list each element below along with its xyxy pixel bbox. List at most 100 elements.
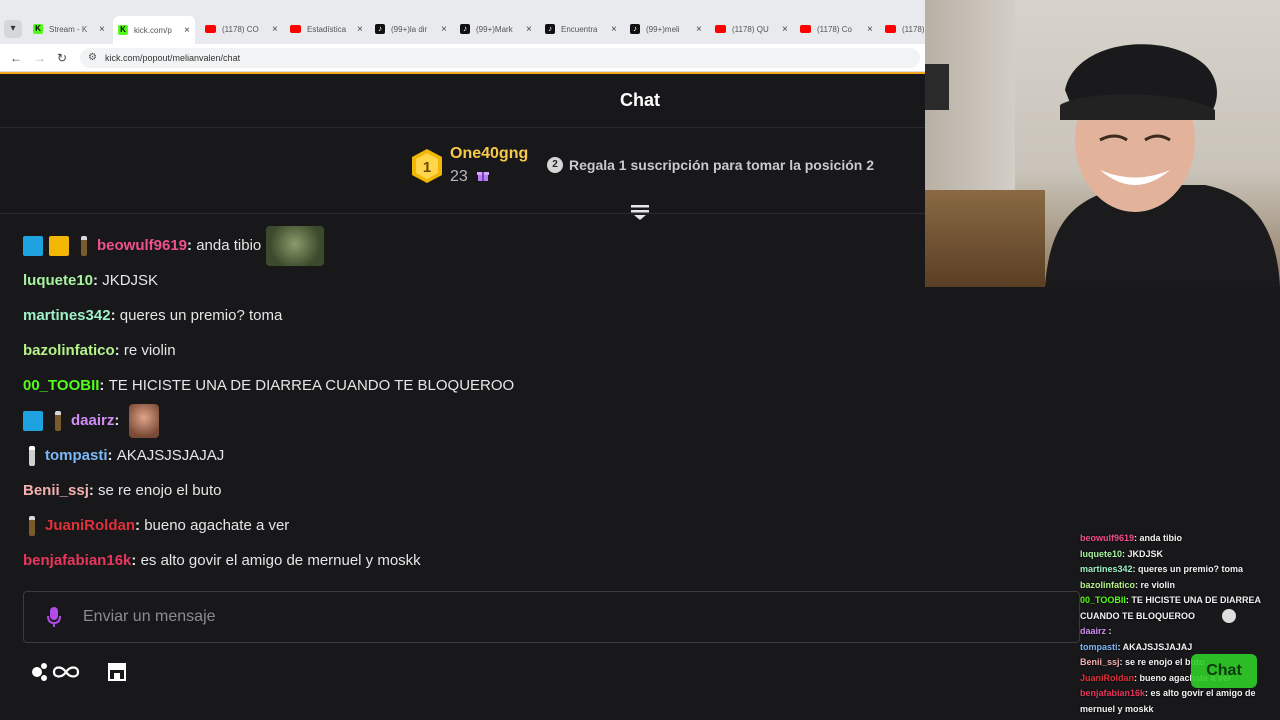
overlay-text: : <box>1106 626 1112 636</box>
browser-tab[interactable]: (1178) QU × <box>710 18 792 40</box>
overlay-username: benjafabian16k <box>1080 688 1146 698</box>
close-tab-icon[interactable]: × <box>611 24 617 35</box>
chat-message-text: AKAJSJSJAJAJ <box>116 447 225 464</box>
chat-username[interactable]: bazolinfatico <box>23 342 115 359</box>
screen: ▾ K Stream - K × Kkick.com/p × (1178) CO × Esta… <box>0 0 1280 720</box>
overlay-text: CUANDO TE BLOQUEROO <box>1080 610 1196 621</box>
crown-badge-icon[interactable] <box>49 235 69 256</box>
kick-icon: K <box>33 24 43 34</box>
tab-title: kick.com/p <box>134 25 172 35</box>
webcam-wall-frame <box>925 64 949 110</box>
close-tab-icon[interactable]: × <box>184 25 190 36</box>
tab-title: (1178) <box>902 24 925 34</box>
overlay-chat-line: CUANDO TE BLOQUEROO <box>1080 611 1195 621</box>
overlay-chat-line: benjafabian16k: es alto govir el amigo d… <box>1080 688 1256 698</box>
chat-username[interactable]: tompasti <box>45 447 108 464</box>
overlay-text: : TE HICISTE UNA DE DIARREA <box>1125 595 1262 605</box>
url-field[interactable]: ⚙ kick.com/popout/melianvalen/chat <box>80 48 920 68</box>
chat-message: luquete10: JKDJSK <box>23 263 158 298</box>
chat-message: 00_TOOBII: TE HICISTE UNA DE DIARREA CUA… <box>23 368 514 403</box>
chat-message-text: es alto govir el amigo de mernuel y mosk… <box>140 552 421 569</box>
chat-input-box[interactable]: Enviar un mensaje <box>23 591 1080 643</box>
moderator-badge-icon[interactable] <box>23 235 43 256</box>
close-tab-icon[interactable]: × <box>441 24 447 35</box>
close-tab-icon[interactable]: × <box>696 24 702 35</box>
overlay-username: daairz <box>1080 626 1107 636</box>
subscriber-badge-icon[interactable] <box>81 235 87 256</box>
chat-username[interactable]: benjafabian16k <box>23 552 131 569</box>
youtube-icon <box>715 25 726 33</box>
chat-separator: : <box>99 377 109 394</box>
chat-scroll-pause-icon[interactable] <box>630 202 650 222</box>
rank-medal-icon: 1 <box>412 149 442 183</box>
tiktok-icon: ♪ <box>460 24 470 34</box>
tab-title: Encuentra <box>561 24 598 34</box>
forward-arrow-icon[interactable]: → <box>34 51 46 65</box>
browser-tab[interactable]: (1178) Co × <box>795 18 877 40</box>
chat-separator: : <box>107 447 117 464</box>
emotes-icon[interactable] <box>32 660 82 682</box>
chat-username[interactable]: Benii_ssj <box>23 482 89 499</box>
subscriber-badge-icon[interactable] <box>29 445 35 466</box>
browser-tab[interactable]: (1178) CO × <box>200 18 282 40</box>
browser-tab[interactable]: Kkick.com/p × <box>113 16 195 44</box>
tab-title: (1178) Co <box>817 24 852 34</box>
tab-title: (99+)meli <box>646 24 680 34</box>
tab-title: (99+)la dir <box>391 24 428 34</box>
close-tab-icon[interactable]: × <box>782 24 788 35</box>
close-tab-icon[interactable]: × <box>867 24 873 35</box>
gift-icon <box>477 172 489 181</box>
close-tab-icon[interactable]: × <box>526 24 532 35</box>
close-tab-icon[interactable]: × <box>272 24 278 35</box>
reload-icon[interactable]: ↻ <box>57 51 67 65</box>
overlay-username: bazolinfatico <box>1080 579 1136 590</box>
browser-tab[interactable]: ♪ (99+)meli × <box>625 18 707 40</box>
webcam-overlay <box>925 0 1280 287</box>
position-badge: 2 <box>547 157 563 173</box>
overlay-chat-button[interactable]: Chat <box>1191 654 1257 688</box>
overlay-username: 00_TOOBII <box>1080 595 1126 605</box>
face-emote-icon[interactable] <box>128 403 159 438</box>
tab-title: (1178) CO <box>222 24 259 34</box>
overlay-chat-line: luquete10: JKDJSK <box>1080 549 1163 559</box>
youtube-icon <box>885 25 896 33</box>
browser-tab[interactable]: ♪ (99+)Mark × <box>455 18 537 40</box>
overlay-chat-line: 00_TOOBII: TE HICISTE UNA DE DIARREA <box>1080 595 1261 605</box>
microphone-icon[interactable] <box>46 606 62 628</box>
store-icon[interactable] <box>106 660 128 682</box>
streamer-image <box>1045 44 1280 287</box>
chat-message-text: anda tibio <box>196 237 262 254</box>
overlay-chat-line: bazolinfatico: re violin <box>1080 580 1175 590</box>
close-tab-icon[interactable]: × <box>99 24 105 35</box>
frog-emote-icon[interactable] <box>266 225 325 266</box>
tab-title: (99+)Mark <box>476 24 513 34</box>
subscriber-badge-icon[interactable] <box>29 515 35 536</box>
chat-message: JuaniRoldan: bueno agachate a ver <box>23 508 289 543</box>
chat-message-text: se re enojo el buto <box>98 482 222 499</box>
overlay-chat-line: martines342: queres un premio? toma <box>1080 564 1243 574</box>
chat-separator: : <box>88 482 99 499</box>
chat-username[interactable]: martines342 <box>23 307 111 324</box>
tiktok-icon: ♪ <box>545 24 555 34</box>
chat-username[interactable]: 00_TOOBII <box>23 377 99 394</box>
leader-username[interactable]: One40gng <box>450 145 528 163</box>
chat-input-placeholder[interactable]: Enviar un mensaje <box>83 608 216 626</box>
browser-tab[interactable]: ♪ (99+)la dir × <box>370 18 452 40</box>
stream-chat-overlay: beowulf9619: anda tibio luquete10: JKDJSK… <box>1078 530 1280 720</box>
close-tab-icon[interactable]: × <box>357 24 363 35</box>
chat-separator: : <box>114 342 124 359</box>
browser-tab[interactable]: Estadística × <box>285 18 367 40</box>
site-info-icon[interactable]: ⚙ <box>88 48 97 68</box>
chat-username[interactable]: daairz <box>71 412 114 429</box>
moderator-badge-icon[interactable] <box>23 410 43 431</box>
subscriber-badge-icon[interactable] <box>55 410 61 431</box>
chat-username[interactable]: beowulf9619 <box>97 237 187 254</box>
browser-tab[interactable]: K Stream - K × <box>28 18 110 40</box>
chat-username[interactable]: JuaniRoldan <box>45 517 135 534</box>
tab-search-chevron-icon[interactable]: ▾ <box>4 20 22 38</box>
chat-separator: : <box>131 552 141 569</box>
chat-username[interactable]: luquete10 <box>23 272 93 289</box>
browser-tab[interactable]: (1178) <box>880 18 925 40</box>
browser-tab[interactable]: ♪ Encuentra × <box>540 18 622 40</box>
back-arrow-icon[interactable]: ← <box>10 51 22 65</box>
